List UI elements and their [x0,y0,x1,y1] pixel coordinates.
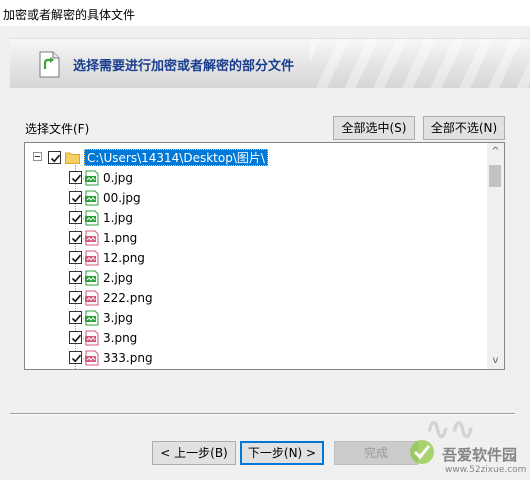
file-select-label: 选择文件(F) [25,122,90,136]
watermark-brand: 吾爱软件园 [442,446,518,464]
file-name: 333.png [103,351,153,365]
file-tree-content: C:\Users\14314\Desktop\图片\ 0.jpg 00.jpg 1.… [25,143,487,369]
tree-vertical-scrollbar[interactable]: ^ v [487,143,504,369]
file-row[interactable]: 2.jpg [69,269,469,287]
png-file-icon [84,330,100,346]
scroll-thumb[interactable] [489,165,501,187]
file-row[interactable]: 3.png [69,329,469,347]
window-title: 加密或者解密的具体文件 [3,8,136,22]
select-all-button[interactable]: 全部选中(S) [333,116,415,140]
file-name: 00.jpg [103,191,141,205]
check-icon [71,174,82,183]
banner-decoration [310,39,530,88]
file-checkbox[interactable] [69,191,82,204]
jpg-file-icon [84,210,100,226]
file-checkbox[interactable] [69,271,82,284]
check-icon [71,194,82,203]
jpg-file-icon [84,190,100,206]
check-icon [71,214,82,223]
root-checkbox[interactable] [48,151,61,164]
tree-root-row[interactable]: C:\Users\14314\Desktop\图片\ [33,149,483,167]
watermark: ∿∿ 吾爱软件园 www.52zixue.com [385,408,530,480]
png-file-icon [84,250,100,266]
file-name: 222.png [103,291,153,305]
check-icon [71,254,82,263]
check-icon [71,234,82,243]
select-none-button[interactable]: 全部不选(N) [423,116,505,140]
banner-heading: 选择需要进行加密或者解密的部分文件 [73,59,295,74]
check-icon [50,154,61,163]
file-checkbox[interactable] [69,251,82,264]
file-checkbox[interactable] [69,231,82,244]
file-name: 2.jpg [103,271,134,285]
scroll-up-icon[interactable]: ^ [487,143,504,160]
file-name: 3.png [103,331,138,345]
png-file-icon [84,290,100,306]
check-icon [71,354,82,363]
file-row[interactable]: 0.jpg [69,169,469,187]
file-checkbox[interactable] [69,291,82,304]
png-file-icon [84,230,100,246]
file-row[interactable]: 3.jpg [69,309,469,327]
window-title-bar: 加密或者解密的具体文件 [0,0,530,26]
file-checkbox[interactable] [69,171,82,184]
file-tree[interactable]: C:\Users\14314\Desktop\图片\ 0.jpg 00.jpg 1.… [24,142,505,370]
file-checkbox[interactable] [69,211,82,224]
check-icon [71,294,82,303]
scroll-down-icon[interactable]: v [487,352,504,369]
root-folder-path[interactable]: C:\Users\14314\Desktop\图片\ [84,149,268,166]
check-icon [71,274,82,283]
wizard-banner: 选择需要进行加密或者解密的部分文件 [10,38,530,88]
previous-step-button[interactable]: < 上一步(B) [152,441,236,465]
file-name: 0.jpg [103,171,134,185]
file-name: 1.png [103,231,138,245]
png-file-icon [84,350,100,366]
file-row[interactable]: 333.png [69,349,469,367]
file-row[interactable]: 222.png [69,289,469,307]
file-name: 3.jpg [103,311,134,325]
next-step-button[interactable]: 下一步(N) > [240,441,324,465]
file-row[interactable]: 1.png [69,229,469,247]
check-icon [71,314,82,323]
check-icon [71,334,82,343]
collapse-toggle-icon[interactable] [33,152,42,161]
file-row[interactable]: 00.jpg [69,189,469,207]
jpg-file-icon [84,270,100,286]
watermark-url: www.52zixue.com [445,465,527,475]
jpg-file-icon [84,310,100,326]
file-name: 1.jpg [103,211,134,225]
file-checkbox[interactable] [69,311,82,324]
jpg-file-icon [84,170,100,186]
watermark-logo-icon [410,440,434,464]
file-row[interactable]: 12.png [69,249,469,267]
folder-icon [65,152,80,164]
file-name: 12.png [103,251,145,265]
file-row[interactable]: 1.jpg [69,209,469,227]
document-arrow-icon [39,51,60,78]
file-checkbox[interactable] [69,331,82,344]
file-checkbox[interactable] [69,351,82,364]
